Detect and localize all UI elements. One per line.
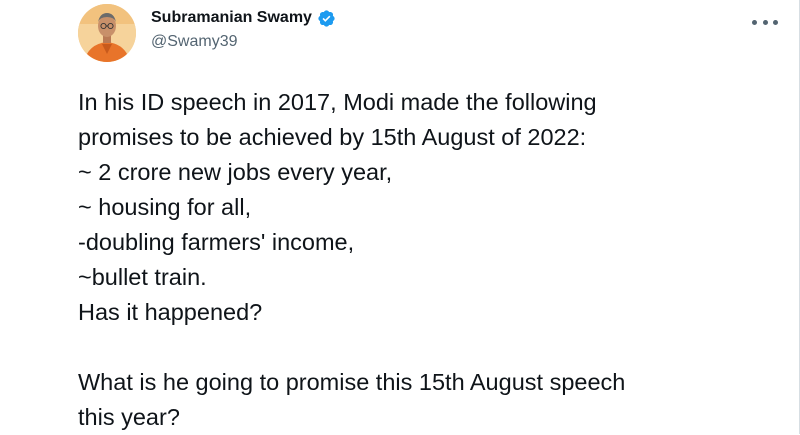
- tweet-text-line: ~bullet train.: [78, 264, 207, 290]
- tweet-text-line: -doubling farmers' income,: [78, 229, 355, 255]
- author-name-row: Subramanian Swamy: [151, 7, 336, 29]
- tweet-text-line: ~ housing for all,: [78, 194, 252, 220]
- tweet-text: In his ID speech in 2017, Modi made the …: [78, 85, 778, 435]
- tweet-text-line: In his ID speech in 2017, Modi made the …: [78, 89, 597, 115]
- tweet-header: Subramanian Swamy @Swamy39: [151, 7, 336, 51]
- more-dot: [762, 19, 768, 25]
- tweet-card[interactable]: Subramanian Swamy @Swamy39 In his ID spe…: [0, 0, 800, 434]
- avatar-photo-icon: [78, 4, 136, 62]
- tweet-text-line: ~ 2 crore new jobs every year,: [78, 159, 393, 185]
- author-avatar[interactable]: [78, 4, 136, 62]
- tweet-text-line: What is he going to promise this 15th Au…: [78, 369, 626, 395]
- tweet-text-line: Has it happened?: [78, 299, 263, 325]
- author-name[interactable]: Subramanian Swamy: [151, 9, 312, 27]
- author-handle[interactable]: @Swamy39: [151, 33, 336, 51]
- tweet-text-line: promises to be achieved by 15th August o…: [78, 124, 587, 150]
- more-dot: [752, 19, 757, 25]
- tweet-text-line: this year?: [78, 404, 180, 430]
- more-dot: [773, 19, 778, 25]
- more-options-icon[interactable]: [752, 12, 778, 32]
- verified-badge-icon: [317, 9, 336, 28]
